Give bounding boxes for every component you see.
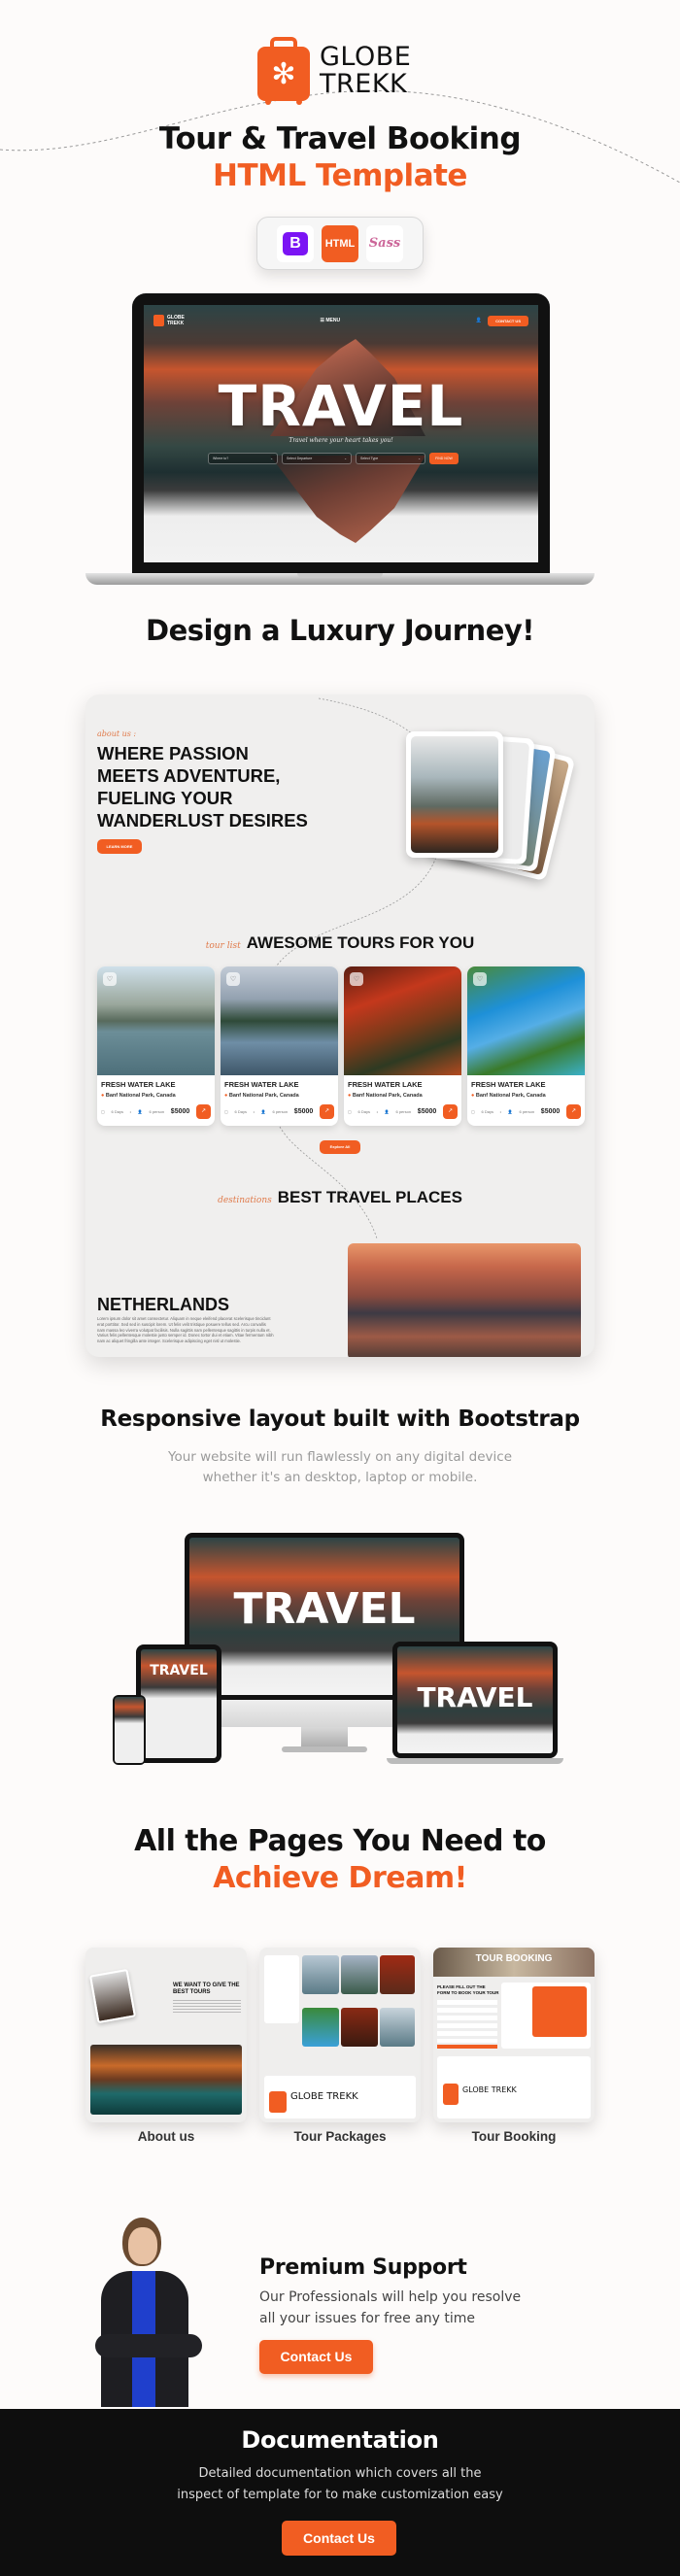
laptop-mockup: GLOBE TREKK ☰ MENU 👤 CONTACT US TRAVEL Tr… [85,291,595,585]
learn-more-button[interactable]: LEARN MORE [97,839,142,854]
explore-all-button[interactable]: Explore All [320,1140,360,1154]
support-contact-button[interactable]: Contact Us [259,2340,373,2374]
calendar-icon: ▢ [101,1109,105,1114]
chevron-down-icon: ⌄ [270,457,273,460]
hero-title-line2: HTML Template [213,158,467,193]
brand-logo: ✻ GLOBE TREKK [257,35,432,107]
hero-title-line1: Tour & Travel Booking [158,121,522,156]
brand-name-line2: TREKK [320,69,408,99]
suitcase-icon [153,315,164,326]
sass-icon: Sass [366,224,403,262]
arrow-button[interactable]: ↗ [565,1104,581,1119]
place-title: NETHERLANDS [97,1295,230,1314]
pages-heading: All the Pages You Need to Achieve Dream! [134,1824,546,1895]
type-select[interactable]: Select Type ⌄ [356,453,425,464]
photo-stack [406,731,576,882]
contact-us-nav-button[interactable]: CONTACT US [488,315,528,326]
luxury-heading: Design a Luxury Journey! [146,614,535,647]
tour-card[interactable]: ♡ FRESH WATER LAKE ● Banf National Park,… [344,966,461,1126]
responsive-heading: Responsive layout built with Bootstrap [100,1407,580,1432]
location-pin-icon: ● [101,1093,105,1099]
chevron-down-icon: ⌄ [344,457,347,460]
suitcase-icon [443,2084,459,2105]
page-thumb-about[interactable]: WE WANT TO GIVE THE BEST TOURS [85,1948,247,2122]
documentation-section: Documentation Detailed documentation whi… [0,2409,680,2576]
heart-icon[interactable]: ♡ [226,972,240,986]
documentation-text: Detailed documentation which covers all … [177,2466,503,2502]
site-logo[interactable]: GLOBE TREKK [153,315,185,326]
tech-badges: B HTML Sass [256,217,424,270]
hero-tagline: Travel where your heart takes you! [289,437,393,444]
calendar-icon: ▢ [471,1109,475,1114]
documentation-title: Documentation [241,2426,439,2454]
departure-select[interactable]: Select Departure ⌄ [282,453,352,464]
tour-card[interactable]: ♡ FRESH WATER LAKE ● Banf National Park,… [221,966,338,1126]
mountain-reflection-image [270,456,425,543]
page-label-packages: Tour Packages [293,2129,387,2144]
heart-icon[interactable]: ♡ [473,972,487,986]
arrow-button[interactable]: ↗ [195,1104,211,1119]
page-label-booking: Tour Booking [471,2129,557,2144]
bootstrap-icon: B [277,224,314,262]
tours-heading: tour list AWESOME TOURS FOR YOU [205,933,475,952]
tour-card[interactable]: ♡ FRESH WATER LAKE ● Banf National Park,… [97,966,215,1126]
about-title: WHERE PASSION MEETS ADVENTURE, FUELING Y… [97,743,308,830]
person-icon: 👤 [507,1109,513,1114]
suitcase-icon [269,2091,287,2113]
places-heading: destinations BEST TRAVEL PLACES [218,1188,462,1206]
where-to-select[interactable]: Where to? ⌄ [208,453,278,464]
tour-card[interactable]: ♡ FRESH WATER LAKE ● Banf National Park,… [467,966,585,1126]
about-section: about us : WHERE PASSION MEETS ADVENTURE… [97,729,308,854]
suitcase-palm-icon: ✻ [257,37,310,105]
brand-name: GLOBE TREKK [320,44,411,98]
page-label-about: About us [137,2129,195,2144]
laptop-screen: GLOBE TREKK ☰ MENU 👤 CONTACT US TRAVEL Tr… [144,305,538,562]
hero-word: TRAVEL [218,373,464,439]
tablet-mockup: TRAVEL [136,1644,221,1763]
arrow-button[interactable]: ↗ [442,1104,458,1119]
location-pin-icon: ● [348,1093,352,1099]
homepage-preview: about us : WHERE PASSION MEETS ADVENTURE… [85,695,595,1357]
site-nav: GLOBE TREKK ☰ MENU 👤 CONTACT US [153,313,528,328]
about-label: about us : [97,729,137,738]
html5-icon: HTML [322,224,358,262]
phone-mockup [113,1695,146,1765]
heart-icon[interactable]: ♡ [103,972,117,986]
responsive-subtitle: Your website will run flawlessly on any … [167,1449,513,1485]
calendar-icon: ▢ [348,1109,352,1114]
photo-card [406,731,503,858]
user-icon[interactable]: 👤 [476,318,482,323]
support-agent-image [93,2218,216,2407]
place-image [348,1243,581,1357]
person-icon: 👤 [137,1109,143,1114]
find-now-button[interactable]: FIND NOW [429,453,459,464]
menu-button[interactable]: ☰ MENU [321,318,341,323]
laptop-small-mockup: TRAVEL [387,1642,563,1766]
page-thumb-packages[interactable]: GLOBE TREKK [259,1948,421,2122]
location-pin-icon: ● [224,1093,228,1099]
place-description: Lorem ipsum dolor sit amet consectetur. … [97,1316,274,1344]
documentation-contact-button[interactable]: Contact Us [282,2521,396,2556]
person-icon: 👤 [260,1109,266,1114]
tour-list: ♡ FRESH WATER LAKE ● Banf National Park,… [97,966,585,1126]
brand-name-line1: GLOBE [320,42,412,72]
support-title: Premium Support [259,2255,467,2280]
search-bar: Where to? ⌄ Select Departure ⌄ Select Type… [208,453,459,464]
heart-icon[interactable]: ♡ [350,972,363,986]
chevron-down-icon: ⌄ [418,457,421,460]
page-thumb-booking[interactable]: TOUR BOOKING PLEASE FILL OUT THE FORM TO… [433,1948,595,2122]
person-icon: 👤 [384,1109,390,1114]
location-pin-icon: ● [471,1093,475,1099]
calendar-icon: ▢ [224,1109,228,1114]
support-text: Our Professionals will help you resolve … [259,2289,522,2326]
hero-title: Tour & Travel Booking HTML Template [0,120,680,194]
arrow-button[interactable]: ↗ [319,1104,334,1119]
